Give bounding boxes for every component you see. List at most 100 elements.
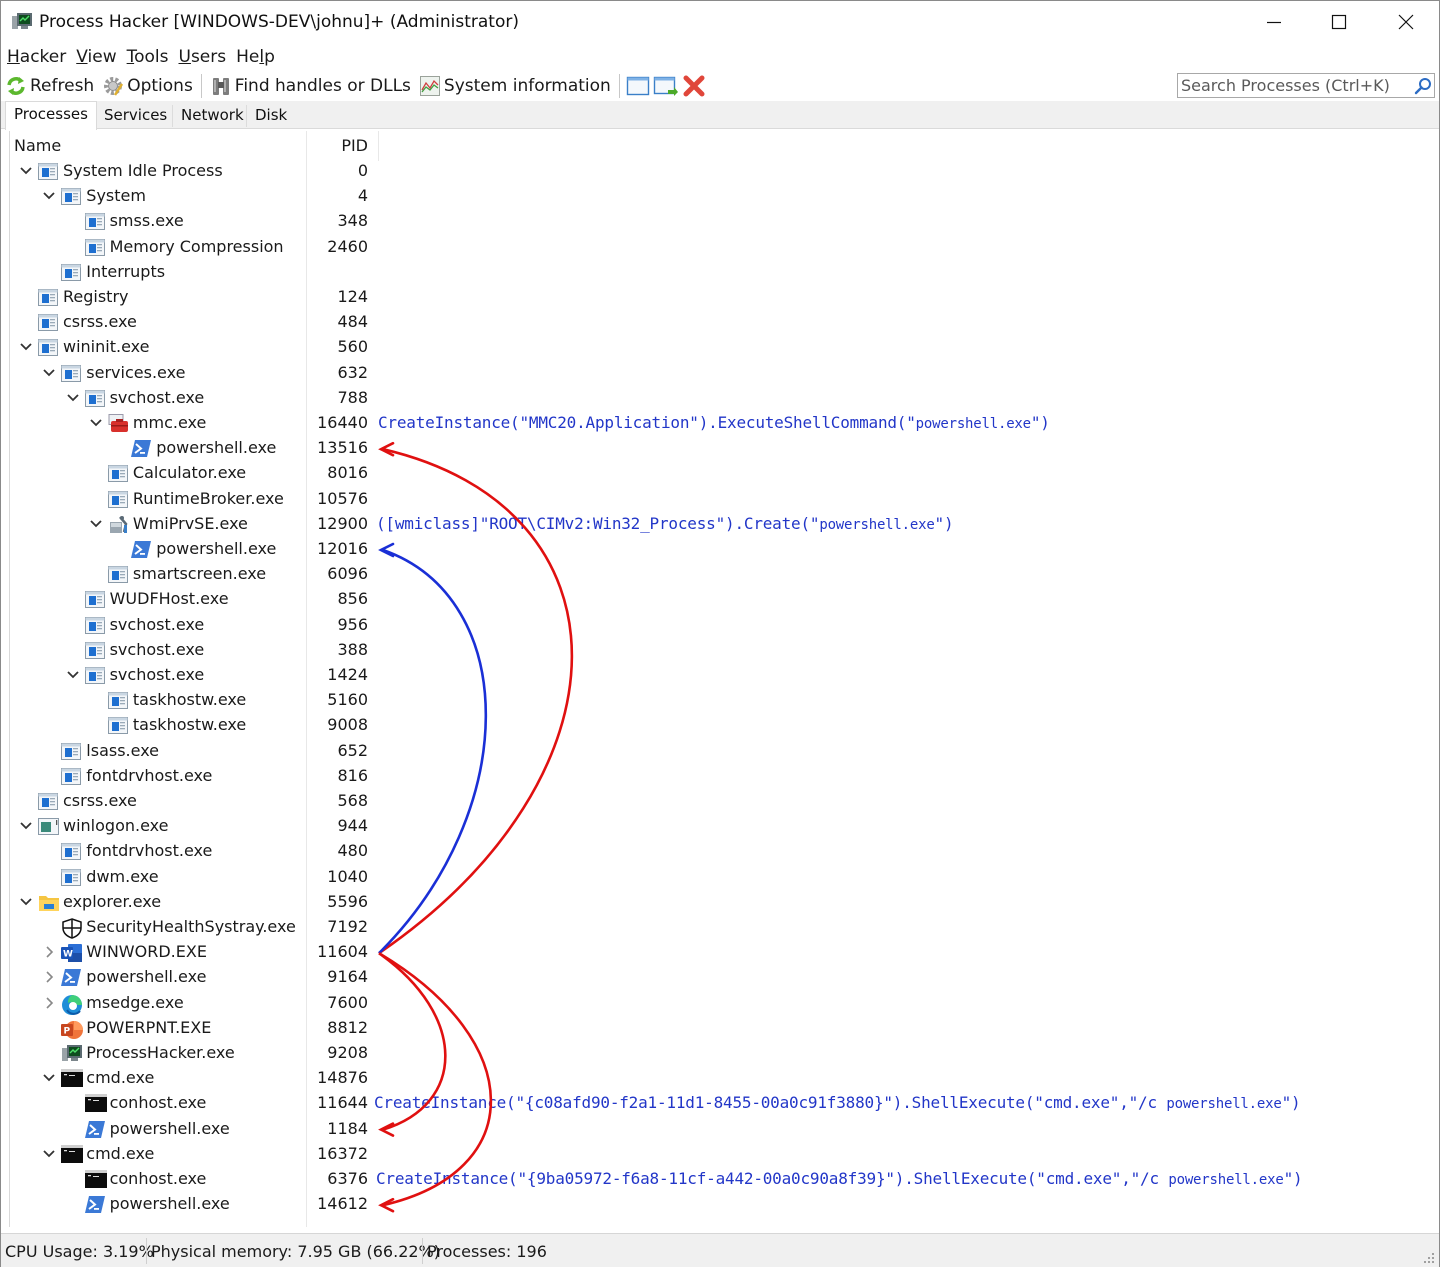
chevron-down-icon[interactable] <box>42 188 56 204</box>
process-row[interactable]: taskhostw.exe 9008 <box>10 714 380 739</box>
process-row[interactable]: cmd.exe 16372 <box>10 1143 380 1168</box>
process-row[interactable]: W WINWORD.EXE 11604 <box>10 941 380 966</box>
process-row[interactable]: smss.exe 348 <box>10 210 380 235</box>
process-row[interactable]: conhost.exe 6376 <box>10 1168 380 1193</box>
process-row[interactable]: WUDFHost.exe 856 <box>10 588 380 613</box>
menu-hacker[interactable]: Hacker <box>1 45 70 71</box>
generic-process-icon <box>61 187 82 206</box>
process-row[interactable]: Memory Compression 2460 <box>10 236 380 261</box>
minimize-button[interactable] <box>1241 1 1307 43</box>
process-pid: 788 <box>337 387 368 407</box>
console-process-icon <box>61 1144 84 1164</box>
chevron-down-icon[interactable] <box>89 415 103 431</box>
process-row[interactable]: SecurityHealthSystray.exe 7192 <box>10 916 380 941</box>
process-row[interactable]: Interrupts <box>10 261 380 286</box>
column-header-name[interactable]: Name <box>14 136 61 155</box>
menu-tools-label: ools <box>134 47 169 67</box>
process-row[interactable]: lsass.exe 652 <box>10 740 380 765</box>
resize-grip-icon[interactable] <box>1423 1252 1435 1264</box>
close-button[interactable] <box>1373 1 1439 43</box>
process-row[interactable]: fontdrvhost.exe 816 <box>10 765 380 790</box>
process-row[interactable]: mmc.exe 16440 <box>10 412 380 437</box>
options-button[interactable]: Options <box>98 72 197 100</box>
process-row[interactable]: powershell.exe 9164 <box>10 966 380 991</box>
process-row[interactable]: RuntimeBroker.exe 10576 <box>10 488 380 513</box>
process-row[interactable]: csrss.exe 568 <box>10 790 380 815</box>
terminate-button[interactable] <box>680 72 708 100</box>
tab-processes[interactable]: Processes <box>5 101 97 130</box>
process-row[interactable]: csrss.exe 484 <box>10 311 380 336</box>
chevron-down-icon[interactable] <box>19 894 33 910</box>
chevron-down-icon[interactable] <box>19 339 33 355</box>
chevron-down-icon[interactable] <box>19 818 33 834</box>
chevron-down-icon[interactable] <box>66 390 80 406</box>
tab-disk[interactable]: Disk <box>247 103 295 129</box>
chevron-right-icon[interactable] <box>42 995 56 1011</box>
process-row[interactable]: taskhostw.exe 5160 <box>10 689 380 714</box>
powershell-process-icon <box>84 1120 105 1139</box>
process-row[interactable]: System 4 <box>10 185 380 210</box>
process-row[interactable]: powershell.exe 12016 <box>10 538 380 563</box>
send-to-window-button[interactable] <box>652 72 680 100</box>
refresh-button[interactable]: Refresh <box>1 72 98 100</box>
process-row[interactable]: winlogon.exe 944 <box>10 815 380 840</box>
process-row[interactable]: Registry 124 <box>10 286 380 311</box>
process-row[interactable]: Calculator.exe 8016 <box>10 462 380 487</box>
process-row[interactable]: ProcessHacker.exe 9208 <box>10 1042 380 1067</box>
annotation-code-main: CreateInstance("{9ba05972-f6a8-11cf-a442… <box>376 1169 1169 1188</box>
menu-users[interactable]: Users <box>173 45 231 71</box>
process-row[interactable]: P POWERPNT.EXE 8812 <box>10 1017 380 1042</box>
chevron-down-icon[interactable] <box>42 1070 56 1086</box>
process-row[interactable]: conhost.exe 11644 <box>10 1092 380 1117</box>
generic-process-icon <box>38 313 58 332</box>
process-row[interactable]: msedge.exe 7600 <box>10 992 380 1017</box>
process-row[interactable]: svchost.exe 788 <box>10 387 380 412</box>
process-pid: 1184 <box>327 1118 368 1138</box>
process-row[interactable]: explorer.exe 5596 <box>10 891 380 916</box>
search-icon[interactable] <box>1412 75 1434 97</box>
menu-tools[interactable]: Tools <box>121 45 173 71</box>
chevron-down-icon[interactable] <box>66 667 80 683</box>
process-row[interactable]: dwm.exe 1040 <box>10 866 380 891</box>
process-row[interactable]: cmd.exe 14876 <box>10 1067 380 1092</box>
search-input[interactable] <box>1178 76 1412 95</box>
process-row[interactable]: smartscreen.exe 6096 <box>10 563 380 588</box>
process-pid: 14876 <box>317 1068 368 1088</box>
process-row[interactable]: svchost.exe 388 <box>10 639 380 664</box>
column-divider[interactable] <box>378 131 379 161</box>
maximize-button[interactable] <box>1306 1 1372 43</box>
chevron-right-icon[interactable] <box>42 944 56 960</box>
tab-services[interactable]: Services <box>96 103 175 129</box>
refresh-label: Refresh <box>30 76 95 96</box>
process-row[interactable]: fontdrvhost.exe 480 <box>10 840 380 865</box>
process-name: msedge.exe <box>86 992 184 1012</box>
process-row[interactable]: wininit.exe 560 <box>10 336 380 361</box>
chevron-down-icon[interactable] <box>19 163 33 179</box>
chevron-down-icon[interactable] <box>42 365 56 381</box>
process-tree[interactable]: Name PID System Idle Process 0 System 4 smss… <box>9 131 1439 1227</box>
process-name: WmiPrvSE.exe <box>132 513 248 533</box>
process-row[interactable]: powershell.exe 13516 <box>10 437 380 462</box>
process-row[interactable]: powershell.exe 14612 <box>10 1193 380 1218</box>
process-row[interactable]: svchost.exe 956 <box>10 614 380 639</box>
column-header-pid[interactable]: PID <box>310 136 368 155</box>
toolbar-separator <box>200 74 202 98</box>
process-name: Memory Compression <box>109 236 284 256</box>
chevron-down-icon[interactable] <box>42 1146 56 1162</box>
menu-help[interactable]: Help <box>230 45 279 71</box>
process-row[interactable]: svchost.exe 1424 <box>10 664 380 689</box>
system-information-button[interactable]: System information <box>415 72 615 100</box>
search-processes[interactable] <box>1177 73 1435 98</box>
chevron-right-icon[interactable] <box>42 969 56 985</box>
process-row[interactable]: services.exe 632 <box>10 362 380 387</box>
process-row[interactable]: System Idle Process 0 <box>10 160 380 185</box>
tab-network[interactable]: Network <box>173 103 252 129</box>
find-handles-button[interactable]: Find handles or DLLs <box>206 72 415 100</box>
show-window-button[interactable] <box>624 72 652 100</box>
chevron-down-icon[interactable] <box>89 516 103 532</box>
process-name: System Idle Process <box>63 161 223 180</box>
process-row[interactable]: powershell.exe 1184 <box>10 1118 380 1143</box>
menu-view[interactable]: View <box>70 45 120 71</box>
process-row[interactable]: WmiPrvSE.exe 12900 <box>10 513 380 538</box>
generic-process-icon <box>84 212 105 231</box>
